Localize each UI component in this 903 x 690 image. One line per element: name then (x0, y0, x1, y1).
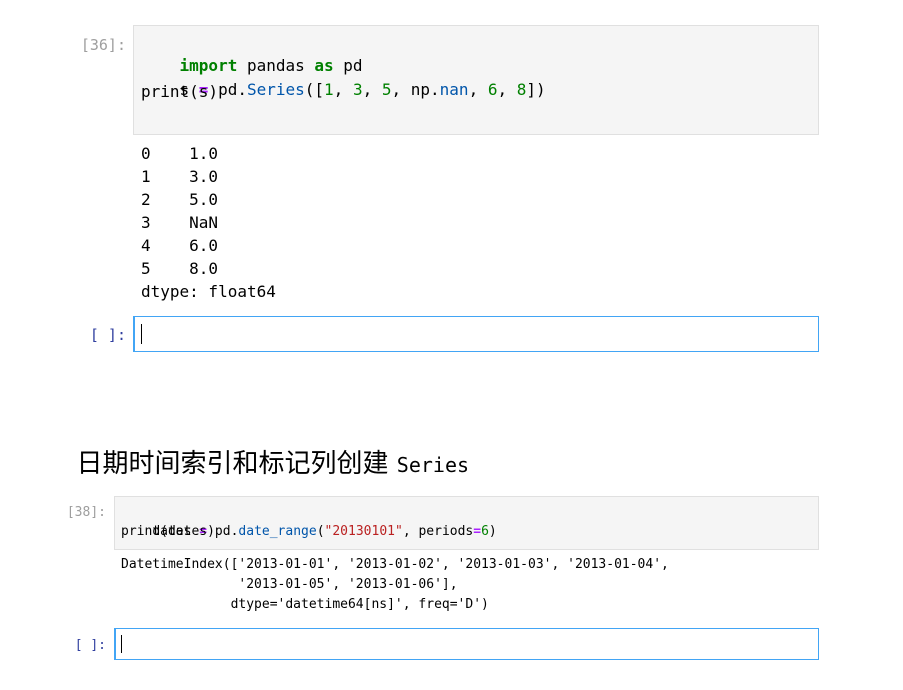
notebook-cell-empty-1[interactable]: [ ]: (0, 312, 903, 354)
assign-operator: = (473, 524, 482, 539)
cell-prompt: [ ]: (74, 638, 106, 653)
code-line-3: print(s) (141, 82, 219, 101)
paren-close: ]) (526, 80, 546, 99)
output-line: 5 8.0 (141, 259, 219, 278)
cell-prompt: [38]: (66, 505, 106, 520)
code-input-area[interactable] (114, 628, 819, 660)
separator: , np. (391, 80, 440, 99)
heading-code-text: Series (396, 453, 470, 477)
output-line: dtype='datetime64[ns]', freq='D') (121, 597, 489, 612)
output-line: dtype: float64 (141, 282, 276, 301)
code-input-area[interactable] (133, 316, 819, 352)
output-line: '2013-01-05', '2013-01-06'], (121, 577, 458, 592)
separator: , (468, 80, 488, 99)
cell-output: DatetimeIndex(['2013-01-01', '2013-01-02… (121, 555, 669, 615)
output-line: 1 3.0 (141, 167, 219, 186)
paren-open: ([ (304, 80, 325, 99)
output-line: 2 5.0 (141, 190, 219, 209)
number-literal: 1 (324, 80, 334, 99)
cell-output: 0 1.0 1 3.0 2 5.0 3 NaN 4 6.0 5 8.0 dtyp… (141, 142, 276, 303)
text-cursor (121, 635, 122, 653)
code-line-2: print(dates) (121, 524, 215, 539)
text-cursor (141, 324, 142, 344)
nan-attr: nan (439, 80, 469, 99)
separator: , (362, 80, 382, 99)
number-literal: 8 (516, 80, 527, 99)
paren-close: ) (488, 524, 497, 539)
cell-prompt: [36]: (80, 36, 126, 54)
output-line: DatetimeIndex(['2013-01-01', '2013-01-02… (121, 557, 669, 572)
kwarg-name: , periods (402, 524, 474, 539)
separator: , (333, 80, 353, 99)
paren-open: ( (316, 524, 325, 539)
notebook-cell-36[interactable]: [36]: import pandas as pd s = pd.Series(… (0, 0, 903, 310)
date-range-attr: date_range (238, 524, 317, 539)
series-attr: Series (246, 80, 305, 99)
separator: , (497, 80, 517, 99)
section-heading: 日期时间索引和标记列创建 Series (60, 410, 470, 483)
cell-prompt: [ ]: (89, 326, 126, 344)
number-literal: 6 (481, 524, 489, 539)
string-literal: "20130101" (324, 524, 403, 539)
output-line: 0 1.0 (141, 144, 219, 163)
heading-text: 日期时间索引和标记列创建 (76, 449, 397, 479)
notebook-cell-38[interactable]: [38]: dates = pd.date_range("20130101", … (0, 490, 903, 620)
output-line: 3 NaN (141, 213, 219, 232)
output-line: 4 6.0 (141, 236, 219, 255)
notebook-cell-empty-2[interactable]: [ ]: (0, 626, 903, 662)
number-literal: 3 (352, 80, 363, 99)
